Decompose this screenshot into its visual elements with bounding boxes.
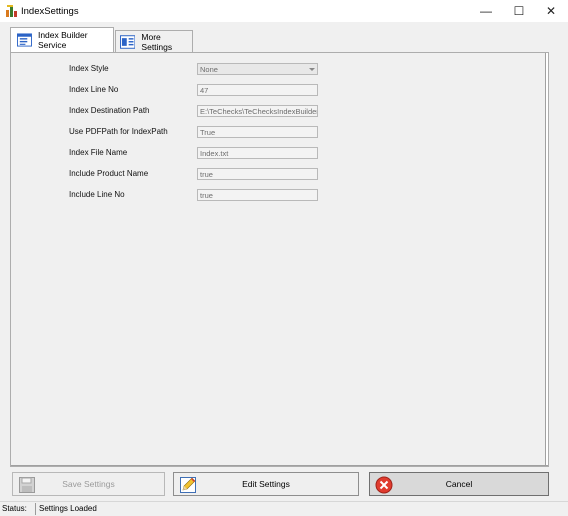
settings-card-icon xyxy=(120,34,136,49)
minimize-button[interactable]: — xyxy=(470,0,502,22)
field-label: Include Product Name xyxy=(69,169,149,178)
field-row-index-destination-path: Index Destination Path E:\TeChecks\TeChe… xyxy=(11,105,548,119)
index-line-no-field[interactable]: 47 xyxy=(197,84,318,96)
tab-label: Index Builder Service xyxy=(37,30,88,50)
button-label: Cancel xyxy=(445,479,473,489)
field-label: Index Line No xyxy=(69,85,119,94)
tab-more-settings[interactable]: More Settings xyxy=(115,30,193,52)
field-row-index-file-name: Index File Name Index.txt xyxy=(11,147,548,161)
select-value: None xyxy=(200,65,218,74)
dropdown-arrow-icon[interactable] xyxy=(309,68,315,71)
title-bar: IndexSettings — ☐ ✕ xyxy=(0,0,568,22)
save-settings-button[interactable]: Save Settings xyxy=(12,472,165,496)
field-label: Index Destination Path xyxy=(69,106,150,115)
close-button[interactable]: ✕ xyxy=(535,0,567,22)
app-icon xyxy=(6,5,17,17)
field-label: Index File Name xyxy=(69,148,128,157)
form-icon xyxy=(17,33,32,47)
include-line-no-field[interactable]: true xyxy=(197,189,318,201)
index-destination-path-field[interactable]: E:\TeChecks\TeChecksIndexBuilder\ xyxy=(197,105,318,117)
use-pdfpath-field[interactable]: True xyxy=(197,126,318,138)
red-x-icon xyxy=(375,476,393,494)
field-row-include-line-no: Include Line No true xyxy=(11,189,548,203)
status-text: Settings Loaded xyxy=(39,504,97,513)
status-bar: Status: Settings Loaded xyxy=(0,501,568,516)
panel-edge-bottom xyxy=(11,465,548,466)
floppy-disk-icon xyxy=(19,477,35,493)
include-product-name-field[interactable]: true xyxy=(197,168,318,180)
field-row-include-product-name: Include Product Name true xyxy=(11,168,548,182)
field-row-index-style: Index Style None xyxy=(11,63,548,77)
tab-strip: Index Builder Service More Settings xyxy=(10,27,560,53)
cancel-button[interactable]: Cancel xyxy=(369,472,549,496)
button-label: Save Settings xyxy=(62,479,115,489)
window-title: IndexSettings xyxy=(21,6,79,17)
status-label: Status: xyxy=(2,504,27,513)
maximize-button[interactable]: ☐ xyxy=(503,0,535,22)
field-label: Include Line No xyxy=(69,190,125,199)
field-label: Use PDFPath for IndexPath xyxy=(69,127,168,136)
index-file-name-field[interactable]: Index.txt xyxy=(197,147,318,159)
index-style-select[interactable]: None xyxy=(197,63,318,75)
tab-index-builder-service[interactable]: Index Builder Service xyxy=(10,27,114,52)
button-label: Edit Settings xyxy=(242,479,290,489)
tab-label: More Settings xyxy=(141,31,173,52)
field-row-index-line-no: Index Line No 47 xyxy=(11,84,548,98)
status-divider xyxy=(35,503,36,515)
settings-panel: Index Style None Index Line No 47 Index … xyxy=(10,52,549,467)
field-row-use-pdfpath: Use PDFPath for IndexPath True xyxy=(11,126,548,140)
edit-settings-button[interactable]: Edit Settings xyxy=(173,472,359,496)
pencil-edit-icon xyxy=(180,477,196,493)
field-label: Index Style xyxy=(69,64,109,73)
